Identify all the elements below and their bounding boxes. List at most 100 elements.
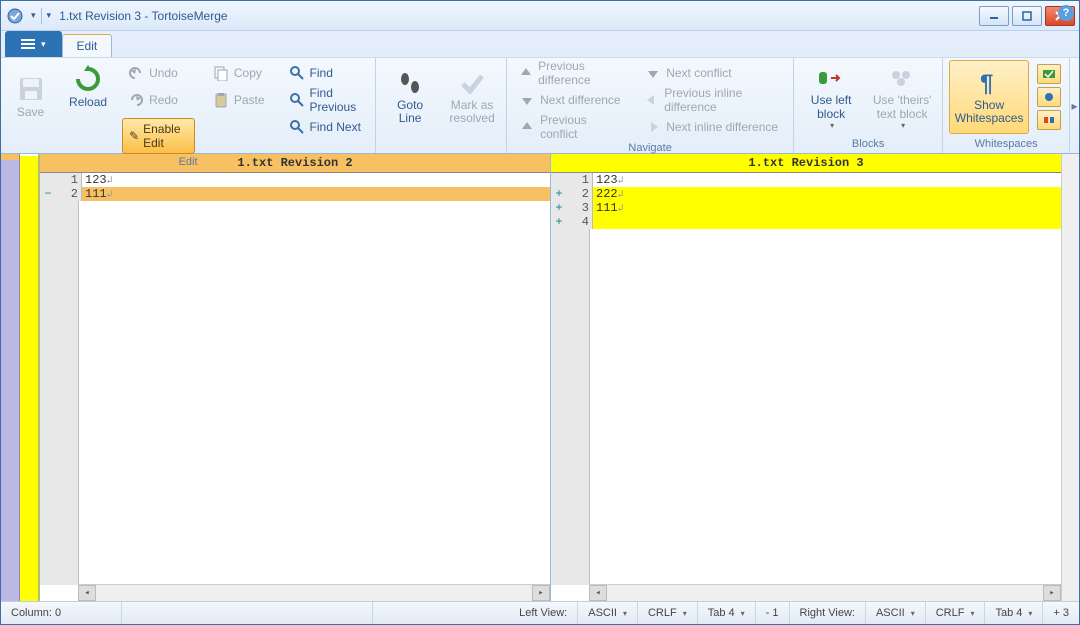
group-label-whitespaces: Whitespaces [949, 136, 1063, 153]
vertical-scrollbar[interactable] [1061, 154, 1079, 601]
status-left-view: Left View: [509, 602, 578, 624]
status-left-tab[interactable]: Tab 4▾ [698, 602, 756, 624]
code-line[interactable]: +3111↲ [551, 201, 1061, 215]
paste-button[interactable]: Paste [207, 87, 271, 113]
ribbon-scroll-right[interactable]: ▸ [1070, 58, 1079, 153]
redo-button[interactable]: Redo [122, 87, 195, 113]
copy-button[interactable]: Copy [207, 60, 271, 86]
find-next-button[interactable]: Find Next [283, 114, 370, 140]
code-line[interactable]: 1123↲ [551, 173, 1061, 187]
left-hscroll[interactable]: ◂▸ [78, 584, 550, 601]
use-theirs-block-button[interactable]: Use 'theirs'text block▾ [868, 60, 936, 134]
status-right-tab[interactable]: Tab 4▾ [985, 602, 1043, 624]
maximize-button[interactable] [1012, 6, 1042, 26]
ribbon: ▾ Edit ? Save Reload [1, 31, 1079, 154]
diff-marker: + [551, 215, 567, 229]
status-left-encoding[interactable]: ASCII▾ [578, 602, 638, 624]
prev-diff-button[interactable]: Previous difference [513, 60, 633, 86]
right-hscroll[interactable]: ◂▸ [589, 584, 1061, 601]
pencil-icon: ✎ [129, 129, 139, 143]
check-icon [458, 69, 486, 97]
prev-inline-button[interactable]: Previous inline difference [639, 87, 787, 113]
line-text: 123↲ [82, 173, 550, 187]
eol-icon: ↲ [107, 190, 113, 201]
right-pane: 1.txt Revision 3 1123↲+2222↲+3111↲+4 ◂▸ [550, 154, 1061, 601]
eol-icon: ↲ [618, 176, 624, 187]
minimize-button[interactable] [979, 6, 1009, 26]
line-text: 123↲ [593, 173, 1061, 187]
eol-icon: ↲ [618, 190, 624, 201]
code-line[interactable]: 1123↲ [40, 173, 550, 187]
mark-resolved-button[interactable]: Mark asresolved [444, 60, 500, 134]
next-conflict-button[interactable]: Next conflict [639, 60, 787, 86]
arrow-left-icon [645, 92, 659, 108]
block-theirs-icon [888, 64, 916, 92]
reload-button[interactable]: Reload [60, 60, 116, 114]
status-left-count: - 1 [756, 602, 790, 624]
line-number: 2 [567, 187, 593, 201]
prev-conflict-button[interactable]: Previous conflict [513, 114, 633, 140]
show-whitespaces-button[interactable]: ¶ ShowWhitespaces [949, 60, 1029, 134]
arrow-right-icon [645, 119, 661, 135]
save-button[interactable]: Save [7, 60, 54, 134]
line-number: 1 [56, 173, 82, 187]
eol-icon: ↲ [618, 204, 624, 215]
group-label-blocks: Blocks [800, 136, 936, 153]
left-pane-body[interactable]: 1123↲−2111↲ ◂▸ [40, 173, 550, 601]
line-number: 3 [567, 201, 593, 215]
ws-option-3[interactable] [1037, 110, 1061, 130]
footsteps-icon [396, 69, 424, 97]
save-icon [17, 75, 45, 103]
arrow-down-icon [645, 65, 661, 81]
next-inline-button[interactable]: Next inline difference [639, 114, 787, 140]
status-left-eol[interactable]: CRLF▾ [638, 602, 698, 624]
pilcrow-icon: ¶ [975, 69, 1003, 97]
line-number: 4 [567, 215, 593, 229]
next-diff-button[interactable]: Next difference [513, 87, 633, 113]
search-icon [289, 65, 305, 81]
copy-icon [213, 65, 229, 81]
find-previous-button[interactable]: Find Previous [283, 87, 370, 113]
status-right-view: Right View: [790, 602, 866, 624]
ws-option-2[interactable] [1037, 87, 1061, 107]
app-window: ▾ ▾ 1.txt Revision 3 - TortoiseMerge ▾ E… [0, 0, 1080, 625]
locator-bar-left[interactable] [1, 154, 20, 601]
use-left-block-button[interactable]: Use leftblock▾ [800, 60, 862, 134]
diff-marker: + [551, 201, 567, 215]
line-text: 111↲ [82, 187, 550, 201]
qat-dropdown-icon[interactable]: ▾ [31, 10, 36, 21]
group-label-edit: Edit [7, 154, 369, 171]
svg-text:¶: ¶ [980, 70, 993, 97]
diff-marker: − [40, 187, 56, 201]
code-line[interactable]: +4 [551, 215, 1061, 229]
right-pane-body[interactable]: 1123↲+2222↲+3111↲+4 ◂▸ [551, 173, 1061, 601]
diff-marker: + [551, 187, 567, 201]
enable-edit-button[interactable]: ✎Enable Edit [122, 118, 195, 154]
find-button[interactable]: Find [283, 60, 370, 86]
search-prev-icon [289, 92, 305, 108]
workspace: 1.txt Revision 2 1123↲−2111↲ ◂▸ 1.txt Re… [1, 154, 1079, 601]
left-pane: 1.txt Revision 2 1123↲−2111↲ ◂▸ [39, 154, 550, 601]
ws-option-1[interactable] [1037, 64, 1061, 84]
status-spacer-1 [122, 602, 373, 624]
arrow-down-icon [519, 92, 535, 108]
undo-button[interactable]: Undo [122, 60, 195, 86]
group-label-navigate: Navigate [513, 140, 787, 157]
file-menu[interactable]: ▾ [5, 31, 62, 57]
status-bar: Column: 0 Left View: ASCII▾ CRLF▾ Tab 4▾… [1, 601, 1079, 624]
help-button[interactable]: ? [1058, 5, 1074, 21]
undo-icon [128, 65, 144, 81]
menu-icon [21, 38, 35, 50]
app-icon [5, 6, 25, 26]
status-right-eol[interactable]: CRLF▾ [926, 602, 986, 624]
quick-access-toolbar: ▾ ▾ [31, 8, 51, 24]
arrow-up-icon [519, 119, 535, 135]
tab-edit[interactable]: Edit [62, 34, 113, 57]
code-line[interactable]: −2111↲ [40, 187, 550, 201]
redo-icon [128, 92, 144, 108]
locator-bar-right[interactable] [20, 154, 39, 601]
goto-line-button[interactable]: GotoLine [382, 60, 438, 134]
eol-icon: ↲ [107, 176, 113, 187]
code-line[interactable]: +2222↲ [551, 187, 1061, 201]
status-right-encoding[interactable]: ASCII▾ [866, 602, 926, 624]
